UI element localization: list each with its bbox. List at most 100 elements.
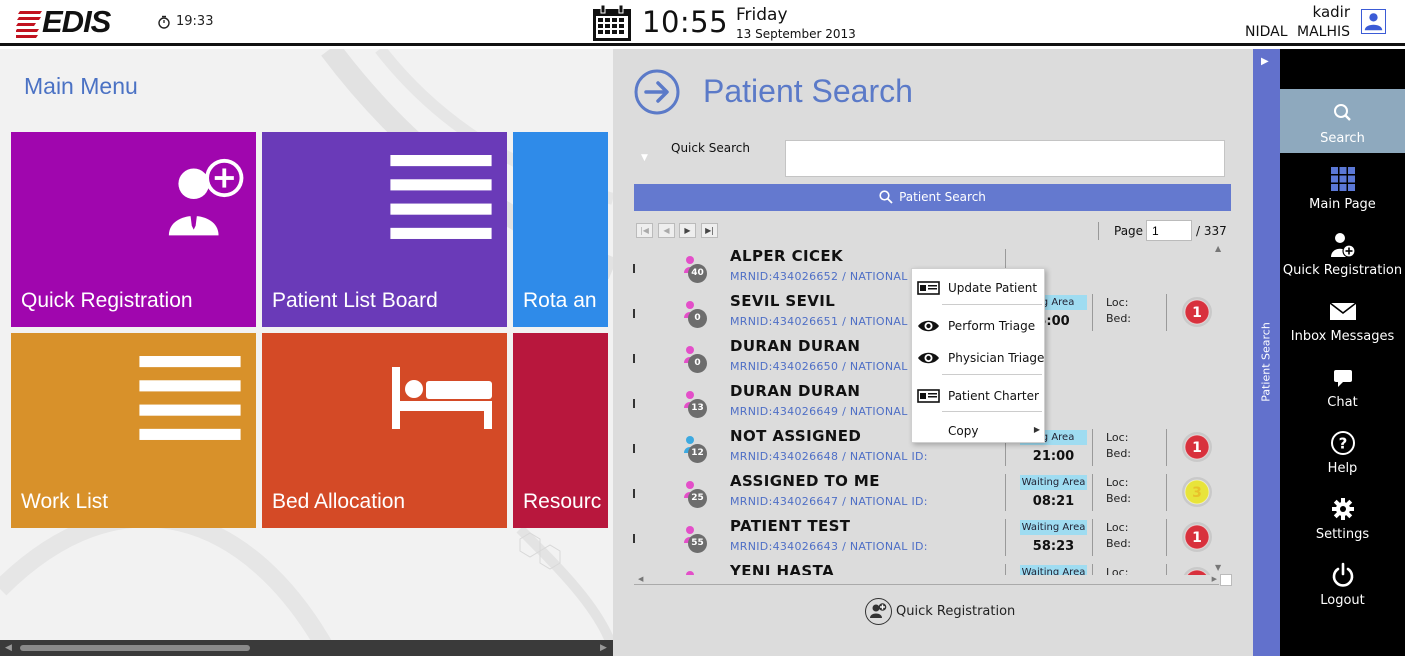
page-number-input[interactable] <box>1146 220 1192 241</box>
strip-label: Patient Search <box>1259 322 1273 402</box>
patient-search-strip[interactable]: ▶ Patient Search <box>1253 49 1280 656</box>
divider <box>1166 294 1167 331</box>
patient-name[interactable]: ALPER CICEK <box>730 247 843 265</box>
tile-label: Work List <box>21 490 109 513</box>
add-user-icon <box>168 158 244 236</box>
nav-label: Inbox Messages <box>1290 329 1395 344</box>
expand-arrow-icon[interactable]: ▶ <box>1261 56 1269 67</box>
main-menu-title: Main Menu <box>24 73 138 99</box>
scroll-right-icon[interactable]: ▶ <box>600 643 607 653</box>
quick-registration-label: Quick Registration <box>896 604 1016 619</box>
patient-mrn: MRNID:434026652 / NATIONAL <box>730 270 908 283</box>
bed-label: Bed: <box>1106 492 1132 505</box>
scroll-left-icon[interactable]: ◀ <box>5 643 12 653</box>
menu-item-perform-triage[interactable]: Perform Triage <box>912 310 1046 340</box>
patient-mrn: MRNID:434026651 / NATIONAL <box>730 315 908 328</box>
scrollbar-thumb[interactable] <box>20 645 250 651</box>
scroll-down-icon[interactable]: ▼ <box>1215 563 1221 572</box>
patient-row[interactable]: YENI HASTA Waiting Area Loc: 1 <box>633 560 1225 575</box>
row-marker <box>633 534 635 543</box>
divider <box>1092 474 1093 511</box>
nav-label: Search <box>1320 131 1365 146</box>
tile-bed-allocation[interactable]: Bed Allocation <box>262 333 507 528</box>
patient-mrn: MRNID:434026649 / NATIONAL <box>730 405 908 418</box>
waiting-area-badge: Waiting Area <box>1020 565 1087 575</box>
tile-label: Resourc <box>523 490 602 513</box>
username: kadir <box>1312 3 1350 21</box>
nav-search[interactable]: Search <box>1280 89 1405 153</box>
menu-item-label: Physician Triage <box>948 351 1045 365</box>
triage-priority-icon: 1 <box>1182 297 1212 327</box>
main-menu-panel: Main Menu Quick Registration Patient Lis… <box>0 49 613 656</box>
tile-resources[interactable]: Resourc <box>513 333 608 528</box>
menu-item-update-patient[interactable]: Update Patient <box>912 272 1046 302</box>
patient-mrn: MRNID:434026648 / NATIONAL ID: <box>730 450 928 463</box>
patient-row[interactable]: 25 ASSIGNED TO ME MRNID:434026647 / NATION… <box>633 470 1225 515</box>
priority-level: 1 <box>1192 305 1202 321</box>
horizontal-scrollbar[interactable]: ◀ ▶ <box>0 640 613 656</box>
location-bed: Loc: Bed: <box>1106 520 1131 552</box>
nav-chat[interactable]: Chat <box>1280 353 1405 417</box>
patient-name[interactable]: YENI HASTA <box>730 562 834 575</box>
patient-mrn: MRNID:434026650 / NATIONAL <box>730 360 908 373</box>
scroll-left-icon[interactable]: ◀ <box>638 575 643 583</box>
quick-search-input[interactable] <box>785 140 1225 177</box>
age-badge: 12 <box>688 444 707 463</box>
next-page-button[interactable]: ▶ <box>679 223 696 238</box>
calendar-icon <box>593 4 631 41</box>
patient-name[interactable]: ASSIGNED TO ME <box>730 472 880 490</box>
nav-help[interactable]: ? Help <box>1280 419 1405 483</box>
nav-label: Logout <box>1320 593 1365 608</box>
tile-work-list[interactable]: Work List <box>11 333 256 528</box>
bed-label: Bed: <box>1106 447 1132 460</box>
arrow-right-circle-icon <box>634 69 680 115</box>
menu-item-patient-charter[interactable]: Patient Charter <box>912 380 1046 410</box>
patient-name[interactable]: DURAN DURAN <box>730 382 860 400</box>
divider <box>1092 519 1093 556</box>
help-icon: ? <box>1330 431 1355 455</box>
patient-name[interactable]: SEVIL SEVIL <box>730 292 835 310</box>
divider <box>1005 564 1006 575</box>
user-avatar-icon[interactable] <box>1361 9 1386 34</box>
last-page-button[interactable]: ▶| <box>701 223 718 238</box>
waiting-area-badge: Waiting Area <box>1020 520 1087 535</box>
prev-page-button[interactable]: ◀ <box>658 223 675 238</box>
context-menu: Update Patient Perform Triage Physician … <box>911 268 1045 443</box>
search-icon <box>879 190 893 204</box>
patient-name[interactable]: DURAN DURAN <box>730 337 860 355</box>
divider <box>1005 519 1006 556</box>
patient-search-button[interactable]: Patient Search <box>634 184 1231 211</box>
patient-mrn: MRNID:434026643 / NATIONAL ID: <box>730 540 928 553</box>
divider <box>1166 564 1167 575</box>
nav-quick-registration[interactable]: Quick Registration <box>1280 221 1405 285</box>
tile-rota[interactable]: Rota an <box>513 132 608 327</box>
menu-item-physician-triage[interactable]: Physician Triage <box>912 342 1046 372</box>
caret-down-icon[interactable]: ▼ <box>641 153 648 163</box>
nav-settings[interactable]: Settings <box>1280 485 1405 549</box>
patient-row[interactable]: 55 PATIENT TEST MRNID:434026643 / NATIONAL… <box>633 515 1225 560</box>
envelope-icon <box>1329 302 1356 320</box>
patient-name[interactable]: PATIENT TEST <box>730 517 850 535</box>
menu-item-label: Copy <box>948 424 979 438</box>
nav-main-page[interactable]: Main Page <box>1280 155 1405 219</box>
gear-icon <box>1331 498 1354 520</box>
scroll-up-icon[interactable]: ▲ <box>1215 244 1221 253</box>
edis-logo: EDIS <box>16 4 116 40</box>
patient-name[interactable]: NOT ASSIGNED <box>730 427 861 445</box>
triage-priority-icon: 1 <box>1183 567 1211 575</box>
menu-item-copy[interactable]: Copy ▶ <box>912 415 1046 445</box>
location-bed: Loc: Bed: <box>1106 295 1131 327</box>
current-time: 10:55 <box>642 5 729 39</box>
tile-quick-registration[interactable]: Quick Registration <box>11 132 256 327</box>
triage-priority-icon: 1 <box>1182 432 1212 462</box>
nav-logout[interactable]: Logout <box>1280 551 1405 615</box>
first-page-button[interactable]: |◀ <box>636 223 653 238</box>
waiting-time: 08:21 <box>1032 494 1075 509</box>
age-badge: 55 <box>688 534 707 553</box>
priority-level: 1 <box>1192 530 1202 546</box>
current-date: 13 September 2013 <box>736 27 856 41</box>
scroll-right-icon[interactable]: ▶ <box>1212 575 1217 583</box>
nav-inbox-messages[interactable]: Inbox Messages <box>1280 287 1405 351</box>
list-horizontal-scrollbar[interactable]: ◀ ▶ <box>634 575 1219 585</box>
tile-patient-list-board[interactable]: Patient List Board <box>262 132 507 327</box>
